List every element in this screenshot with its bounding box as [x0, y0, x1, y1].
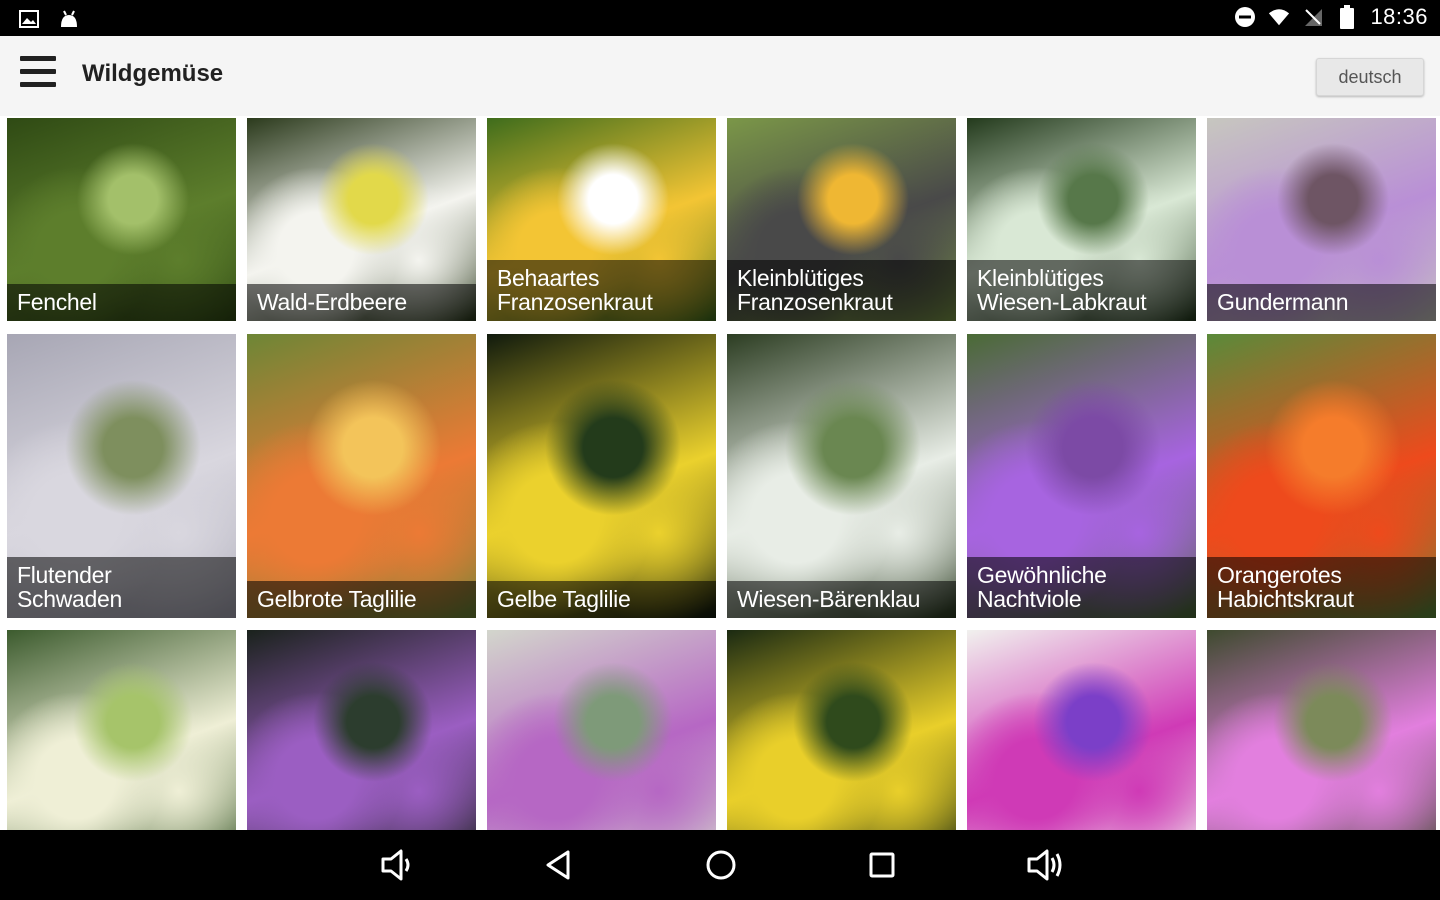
plant-tile[interactable] [247, 630, 476, 830]
plant-tile[interactable] [7, 630, 236, 830]
picture-icon [18, 8, 40, 30]
android-icon [58, 8, 80, 30]
language-button[interactable]: deutsch [1316, 58, 1424, 96]
plant-photo [1207, 630, 1436, 830]
wifi-icon [1268, 6, 1290, 28]
plant-tile[interactable]: Kleinblütiges Wiesen-Labkraut [967, 118, 1196, 321]
plant-name: Gelbrote Taglilie [247, 581, 476, 618]
plant-tile[interactable]: Gelbe Taglilie [487, 334, 716, 618]
plant-grid: Fenchel Wald-Erdbeere Behaartes Franzosenk… [0, 118, 1440, 830]
hamburger-icon [20, 56, 56, 61]
plant-name: Gundermann [1207, 284, 1436, 321]
plant-tile[interactable]: Gelbrote Taglilie [247, 334, 476, 618]
plant-tile[interactable]: Behaartes Franzosenkraut [487, 118, 716, 321]
status-bar: 18:36 [0, 0, 1440, 36]
plant-name: Behaartes Franzosenkraut [487, 260, 716, 321]
navigation-bar [0, 830, 1440, 900]
plant-name: Kleinblütiges Wiesen-Labkraut [967, 260, 1196, 321]
volume-down-icon[interactable] [377, 847, 417, 883]
plant-tile[interactable]: Fenchel [7, 118, 236, 321]
plant-tile[interactable] [727, 630, 956, 830]
plant-tile[interactable]: Wiesen-Bärenklau [727, 334, 956, 618]
plant-name: Wiesen-Bärenklau [727, 581, 956, 618]
home-icon[interactable] [701, 847, 741, 883]
plant-tile[interactable]: Flutender Schwaden [7, 334, 236, 618]
plant-tile[interactable]: Kleinblütiges Franzosenkraut [727, 118, 956, 321]
plant-name: Orangerotes Habichtskraut [1207, 557, 1436, 618]
plant-photo [247, 630, 476, 830]
battery-icon [1336, 5, 1358, 29]
plant-tile[interactable]: Gewöhnliche Nachtviole [967, 334, 1196, 618]
plant-name: Gelbe Taglilie [487, 581, 716, 618]
plant-photo [967, 630, 1196, 830]
plant-name: Wald-Erdbeere [247, 284, 476, 321]
menu-button[interactable] [18, 52, 60, 96]
volume-up-icon[interactable] [1025, 847, 1065, 883]
plant-name: Gewöhnliche Nachtviole [967, 557, 1196, 618]
plant-tile[interactable] [487, 630, 716, 830]
app-bar: Wildgemüse deutsch [0, 36, 1440, 116]
clock: 18:36 [1370, 4, 1428, 29]
plant-tile[interactable]: Gundermann [1207, 118, 1436, 321]
plant-photo [487, 334, 716, 618]
plant-tile[interactable]: Wald-Erdbeere [247, 118, 476, 321]
do-not-disturb-icon [1234, 6, 1256, 28]
page-title: Wildgemüse [82, 60, 224, 87]
plant-tile[interactable]: Orangerotes Habichtskraut [1207, 334, 1436, 618]
plant-photo [727, 630, 956, 830]
plant-name: Fenchel [7, 284, 236, 321]
recents-icon[interactable] [862, 847, 902, 883]
plant-tile[interactable] [1207, 630, 1436, 830]
no-signal-icon [1302, 6, 1324, 28]
plant-photo [727, 334, 956, 618]
plant-photo [487, 630, 716, 830]
back-icon[interactable] [540, 847, 580, 883]
plant-tile[interactable] [967, 630, 1196, 830]
plant-photo [7, 630, 236, 830]
plant-photo [247, 334, 476, 618]
plant-name: Kleinblütiges Franzosenkraut [727, 260, 956, 321]
plant-name: Flutender Schwaden [7, 557, 236, 618]
